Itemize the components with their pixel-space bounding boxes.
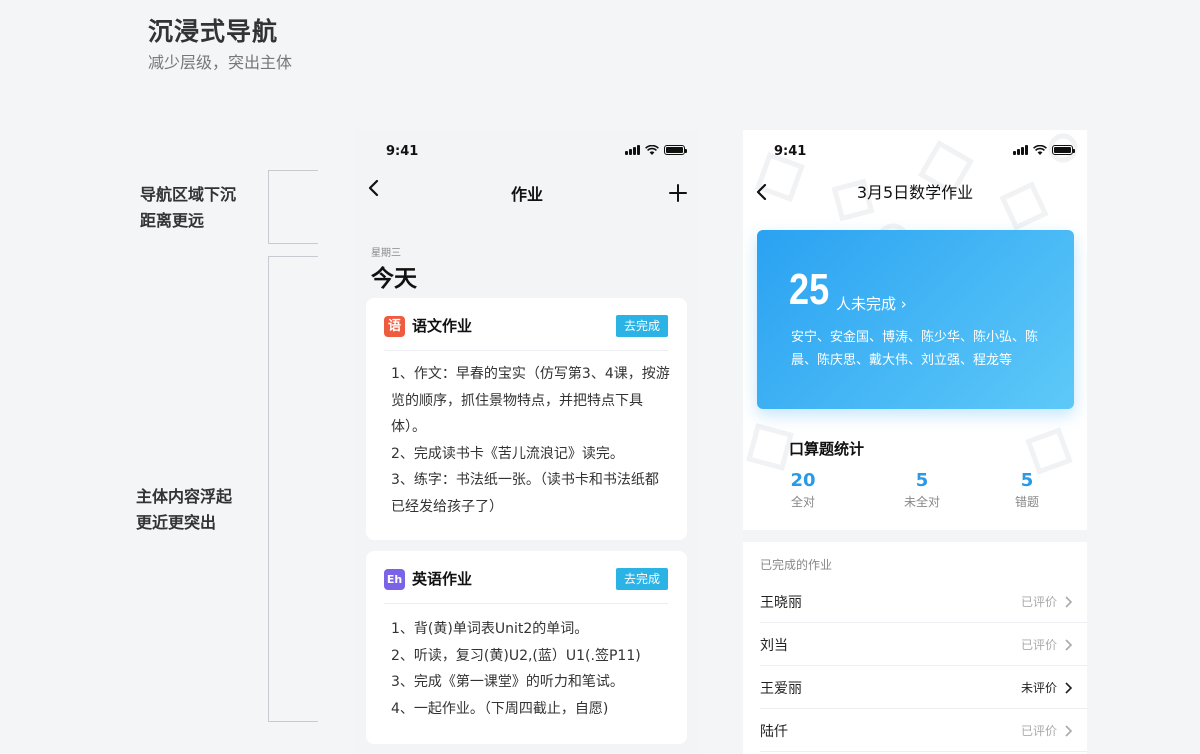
homework-card-english[interactable]: Eh 英语作业 去完成 1、背(黄)单词表Unit2的单词。 2、听读，复习(黄… bbox=[366, 551, 687, 744]
incomplete-summary-card[interactable]: 25 人未完成 › 安宁、安金国、博涛、陈少华、陈小弘、陈晨、陈庆思、戴大伟、刘… bbox=[757, 230, 1074, 409]
list-item[interactable]: 陆仟 已评价 bbox=[760, 709, 1087, 752]
homework-line: 1、背(黄)单词表Unit2的单词。 bbox=[391, 621, 589, 637]
status-time: 9:41 bbox=[774, 144, 807, 159]
homework-line: 4、一起作业。（下周四截止，自愿) bbox=[391, 700, 609, 717]
homework-line: 3、完成《第一课堂》的听力和笔试。 bbox=[391, 674, 624, 690]
stat-value: 5 bbox=[1020, 470, 1034, 491]
completed-list-header: 已完成的作业 bbox=[760, 558, 833, 572]
wifi-icon bbox=[1033, 145, 1047, 155]
list-item[interactable]: 刘当 已评价 bbox=[760, 623, 1087, 666]
body-annotation-line: 主体内容浮起 bbox=[136, 487, 233, 506]
incomplete-label[interactable]: 人未完成 › bbox=[836, 293, 907, 314]
homework-card-chinese[interactable]: 语 语文作业 去完成 1、作文：早春的宝实（仿写第3、4课，按游览的顺序，抓住景… bbox=[366, 298, 687, 540]
stat-wrong[interactable]: 5 错题 bbox=[992, 470, 1062, 510]
card-divider bbox=[384, 603, 668, 604]
chevron-right-icon bbox=[1065, 682, 1073, 694]
homework-line: 3、练字：书法纸一张。（读书卡和书法纸都已经发给孩子了） bbox=[391, 472, 659, 515]
chevron-right-icon bbox=[1065, 725, 1073, 737]
today-heading: 今天 bbox=[371, 266, 417, 292]
incomplete-count: 25 bbox=[789, 265, 830, 314]
homework-line: 2、完成读书卡《苦儿流浪记》读完。 bbox=[391, 445, 624, 462]
status-time: 9:41 bbox=[386, 144, 419, 159]
add-icon[interactable] bbox=[667, 182, 689, 204]
battery-icon bbox=[1052, 145, 1075, 155]
card-body: 1、背(黄)单词表Unit2的单词。 2、听读，复习(黄)U2,(蓝）U1(.签… bbox=[391, 616, 671, 722]
card-divider bbox=[384, 350, 668, 351]
battery-icon bbox=[664, 145, 687, 155]
evaluation-status: 未评价 bbox=[1020, 681, 1057, 695]
math-detail-phone: 9:41 3月5日数学作业 25 人未完成 › 安宁、安金国、博涛、陈少华、陈小… bbox=[743, 130, 1087, 754]
stat-not-all-correct[interactable]: 5 未全对 bbox=[887, 470, 957, 510]
stat-label: 全对 bbox=[790, 495, 815, 509]
stat-label: 错题 bbox=[1014, 495, 1039, 509]
signal-icon bbox=[625, 145, 640, 155]
completed-list: 王晓丽 已评价 刘当 已评价 王爱丽 未评价 陆仟 已评价 bbox=[743, 580, 1087, 752]
status-bar: 9:41 bbox=[743, 130, 1087, 174]
nav-title: 作业 bbox=[510, 185, 543, 204]
complete-button[interactable]: 去完成 bbox=[616, 315, 668, 337]
stats-title: 口算题统计 bbox=[789, 440, 865, 458]
student-name: 王晓丽 bbox=[760, 595, 802, 611]
stat-all-correct[interactable]: 20 全对 bbox=[768, 470, 838, 510]
student-name: 刘当 bbox=[760, 638, 788, 654]
section-divider bbox=[743, 530, 1087, 542]
body-annotation: 主体内容浮起 更近更突出 bbox=[136, 484, 232, 536]
signal-icon bbox=[1013, 145, 1028, 155]
card-title: 英语作业 bbox=[412, 570, 473, 588]
homework-phone: 9:41 作业 星期三 今天 语 语文作业 去完成 1、作文：早春的宝实（仿写第… bbox=[355, 130, 699, 754]
stat-value: 5 bbox=[915, 470, 929, 491]
status-bar: 9:41 bbox=[355, 130, 699, 174]
chevron-right-icon bbox=[1065, 596, 1073, 608]
homework-line: 1、作文：早春的宝实（仿写第3、4课，按游览的顺序，抓住景物特点，并把特点下具体… bbox=[391, 366, 670, 435]
nav-annotation-line: 距离更远 bbox=[140, 211, 205, 230]
evaluation-status: 已评价 bbox=[1020, 595, 1057, 609]
homework-line: 2、听读，复习(黄)U2,(蓝）U1(.签P11) bbox=[391, 647, 641, 664]
complete-button[interactable]: 去完成 bbox=[616, 568, 668, 590]
card-title: 语文作业 bbox=[412, 317, 473, 335]
incomplete-names: 安宁、安金国、博涛、陈少华、陈小弘、陈晨、陈庆思、戴大伟、刘立强、程龙等 bbox=[791, 330, 1039, 368]
student-name: 王爱丽 bbox=[760, 681, 802, 697]
nav-annotation-line: 导航区域下沉 bbox=[140, 185, 237, 204]
list-item[interactable]: 王爱丽 未评价 bbox=[760, 666, 1087, 709]
chevron-right-icon bbox=[1065, 639, 1073, 651]
student-name: 陆仟 bbox=[760, 724, 788, 740]
card-header: Eh 英语作业 去完成 bbox=[384, 568, 668, 590]
list-item[interactable]: 王晓丽 已评价 bbox=[760, 580, 1087, 623]
status-icons bbox=[1013, 145, 1075, 155]
chinese-subject-icon: 语 bbox=[384, 316, 405, 337]
card-header: 语 语文作业 去完成 bbox=[384, 315, 668, 337]
nav-bracket bbox=[268, 170, 318, 244]
page-subtitle: 减少层级，突出主体 bbox=[148, 53, 293, 72]
weekday-label: 星期三 bbox=[371, 248, 401, 259]
stat-value: 20 bbox=[790, 470, 816, 491]
card-body: 1、作文：早春的宝实（仿写第3、4课，按游览的顺序，抓住景物特点，并把特点下具体… bbox=[391, 361, 671, 520]
body-annotation-line: 更近更突出 bbox=[136, 513, 217, 532]
evaluation-status: 已评价 bbox=[1020, 724, 1057, 738]
evaluation-status: 已评价 bbox=[1020, 638, 1057, 652]
nav-annotation: 导航区域下沉 距离更远 bbox=[140, 182, 236, 234]
stat-label: 未全对 bbox=[903, 495, 940, 509]
wifi-icon bbox=[645, 145, 659, 155]
status-icons bbox=[625, 145, 687, 155]
english-subject-icon: Eh bbox=[384, 569, 405, 590]
nav-title: 3月5日数学作业 bbox=[856, 183, 974, 202]
page-title: 沉浸式导航 bbox=[148, 17, 279, 46]
body-bracket bbox=[268, 256, 318, 722]
